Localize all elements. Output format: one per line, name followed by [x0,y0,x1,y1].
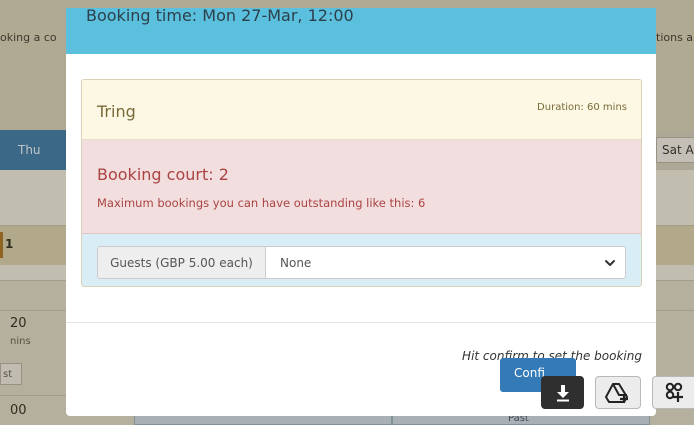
booking-modal: Booking time: Mon 27-Mar, 12:00 Tring Du… [66,8,656,416]
google-drive-add-icon [605,382,628,403]
download-icon [556,384,569,401]
save-to-drive-button[interactable] [595,376,641,409]
court-title: Booking court: 2 [97,165,229,184]
court-alert: Booking court: 2 Maximum bookings you ca… [82,140,641,234]
guests-input-group: Guests (GBP 5.00 each) None [97,246,626,279]
activity-name: Tring [97,102,136,121]
chevron-down-icon [605,260,615,266]
guests-section: Guests (GBP 5.00 each) None [82,234,641,286]
booking-panel: Tring Duration: 60 mins Booking court: 2… [81,79,642,287]
modal-title: Booking time: Mon 27-Mar, 12:00 [86,8,354,25]
extension-add-icon [665,382,683,402]
modal-header: Booking time: Mon 27-Mar, 12:00 [66,8,656,54]
guests-label: Guests (GBP 5.00 each) [97,246,266,279]
extension-button[interactable] [652,376,694,409]
guests-select[interactable]: None [266,246,626,279]
max-bookings-text: Maximum bookings you can have outstandin… [97,196,426,210]
activity-duration: Duration: 60 mins [537,102,627,113]
activity-heading: Tring Duration: 60 mins [82,80,641,140]
download-button[interactable] [541,376,584,409]
guests-select-value: None [280,255,312,270]
